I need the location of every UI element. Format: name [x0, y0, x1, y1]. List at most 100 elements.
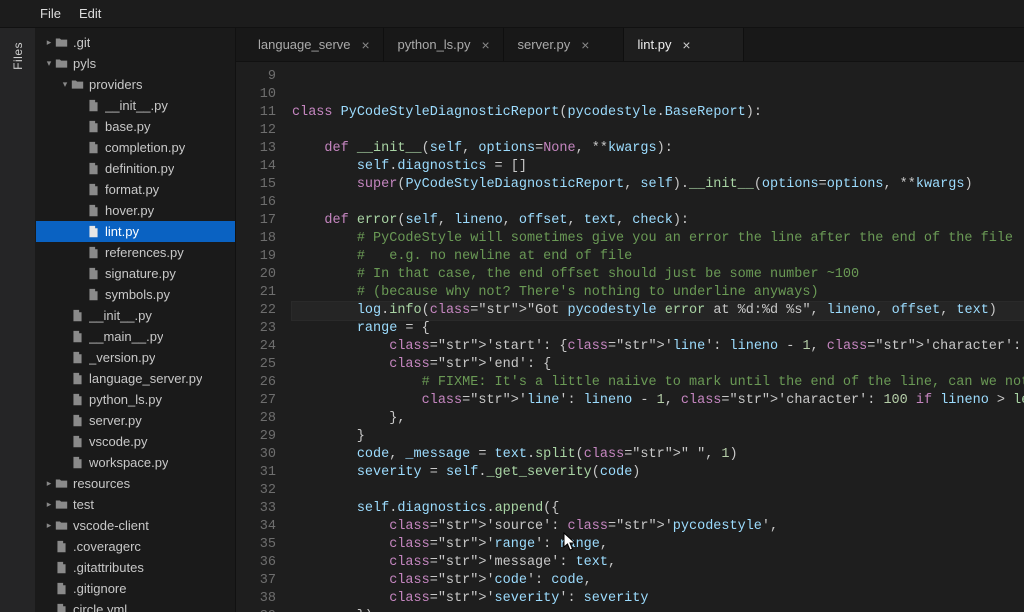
line-number: 33: [236, 500, 276, 518]
code-line[interactable]: [292, 86, 1024, 104]
line-number: 17: [236, 212, 276, 230]
file-explorer: ▸.git▾pyls▾providers__init__.pybase.pyco…: [36, 28, 236, 612]
file-icon: [70, 456, 84, 470]
twisty-icon[interactable]: ▸: [44, 478, 54, 489]
code-line[interactable]: class="str">'code': code,: [292, 572, 1024, 590]
folder-icon: [54, 36, 68, 50]
close-icon[interactable]: ×: [578, 38, 592, 52]
file-language-server-py[interactable]: language_server.py: [36, 368, 235, 389]
tree-item-label: signature.py: [105, 266, 176, 281]
code-line[interactable]: def error(self, lineno, offset, text, ch…: [292, 212, 1024, 230]
line-number: 32: [236, 482, 276, 500]
file-references-py[interactable]: references.py: [36, 242, 235, 263]
code-line[interactable]: def __init__(self, options=None, **kwarg…: [292, 140, 1024, 158]
tree-item-label: vscode-client: [73, 518, 149, 533]
twisty-icon[interactable]: ▸: [44, 499, 54, 510]
code-line[interactable]: class PyCodeStyleDiagnosticReport(pycode…: [292, 104, 1024, 122]
file--coveragerc[interactable]: .coveragerc: [36, 536, 235, 557]
code-line[interactable]: class="str">'line': lineno - 1, class="s…: [292, 392, 1024, 410]
file-format-py[interactable]: format.py: [36, 179, 235, 200]
tree-item-label: __init__.py: [105, 98, 168, 113]
tree-item-label: pyls: [73, 56, 96, 71]
file-icon: [70, 309, 84, 323]
menu-file[interactable]: File: [40, 6, 61, 21]
code-line[interactable]: }: [292, 428, 1024, 446]
folder-vscode-client[interactable]: ▸ vscode-client: [36, 515, 235, 536]
tree-item-label: definition.py: [105, 161, 174, 176]
file-icon: [70, 372, 84, 386]
close-icon[interactable]: ×: [479, 38, 493, 52]
file-python-ls-py[interactable]: python_ls.py: [36, 389, 235, 410]
tree-item-label: _version.py: [89, 350, 155, 365]
folder-resources[interactable]: ▸resources: [36, 473, 235, 494]
code-line[interactable]: class="str">'start': {class="str">'line'…: [292, 338, 1024, 356]
file-lint-py[interactable]: lint.py: [36, 221, 235, 242]
line-number: 21: [236, 284, 276, 302]
code-line[interactable]: class="str">'end': {: [292, 356, 1024, 374]
code-line[interactable]: class="str">'source': class="str">'pycod…: [292, 518, 1024, 536]
code-line[interactable]: class="str">'message': text,: [292, 554, 1024, 572]
file--gitattributes[interactable]: .gitattributes: [36, 557, 235, 578]
folder-icon: [54, 57, 68, 71]
folder--git[interactable]: ▸.git: [36, 32, 235, 53]
close-icon[interactable]: ×: [680, 38, 694, 52]
code-line[interactable]: class="str">'range': range,: [292, 536, 1024, 554]
file-vscode-py[interactable]: vscode.py: [36, 431, 235, 452]
code-line[interactable]: super(PyCodeStyleDiagnosticReport, self)…: [292, 176, 1024, 194]
file-definition-py[interactable]: definition.py: [36, 158, 235, 179]
file-symbols-py[interactable]: symbols.py: [36, 284, 235, 305]
file-circle-yml[interactable]: circle.yml: [36, 599, 235, 612]
tree-item-label: lint.py: [105, 224, 139, 239]
code-content[interactable]: class PyCodeStyleDiagnosticReport(pycode…: [286, 62, 1024, 612]
code-line[interactable]: [292, 68, 1024, 86]
file--gitignore[interactable]: .gitignore: [36, 578, 235, 599]
code-line[interactable]: [292, 482, 1024, 500]
tab-lint-py[interactable]: lint.py×: [624, 28, 744, 61]
file-workspace-py[interactable]: workspace.py: [36, 452, 235, 473]
code-line[interactable]: # FIXME: It's a little naiive to mark un…: [292, 374, 1024, 392]
file--init-py[interactable]: __init__.py: [36, 95, 235, 116]
code-line[interactable]: # PyCodeStyle will sometimes give you an…: [292, 230, 1024, 248]
code-line[interactable]: class="str">'severity': severity: [292, 590, 1024, 608]
file-signature-py[interactable]: signature.py: [36, 263, 235, 284]
close-icon[interactable]: ×: [359, 38, 373, 52]
twisty-icon[interactable]: ▾: [44, 58, 54, 69]
code-line[interactable]: range = {: [292, 320, 1024, 338]
file-base-py[interactable]: base.py: [36, 116, 235, 137]
code-line[interactable]: [292, 194, 1024, 212]
tree-item-label: symbols.py: [105, 287, 170, 302]
code-line[interactable]: log.info(class="str">"Got pycodestyle er…: [292, 302, 1024, 320]
code-line[interactable]: self.diagnostics.append({: [292, 500, 1024, 518]
activity-files[interactable]: Files: [11, 36, 25, 76]
folder-test[interactable]: ▸test: [36, 494, 235, 515]
code-line[interactable]: # (because why not? There's nothing to u…: [292, 284, 1024, 302]
code-line[interactable]: # In that case, the end offset should ju…: [292, 266, 1024, 284]
file-server-py[interactable]: server.py: [36, 410, 235, 431]
tab-server-py[interactable]: server.py×: [504, 28, 624, 61]
line-number: 39: [236, 608, 276, 612]
menu-edit[interactable]: Edit: [79, 6, 101, 21]
folder-pyls[interactable]: ▾ pyls: [36, 53, 235, 74]
file-completion-py[interactable]: completion.py: [36, 137, 235, 158]
code-line[interactable]: }): [292, 608, 1024, 612]
code-line[interactable]: self.diagnostics = []: [292, 158, 1024, 176]
tab-language-serve[interactable]: language_serve×: [244, 28, 384, 61]
file--main-py[interactable]: __main__.py: [36, 326, 235, 347]
line-number: 34: [236, 518, 276, 536]
file-icon: [86, 162, 100, 176]
tab-python-ls-py[interactable]: python_ls.py×: [384, 28, 504, 61]
file-icon: [70, 393, 84, 407]
code-line[interactable]: [292, 122, 1024, 140]
file--init-py[interactable]: __init__.py: [36, 305, 235, 326]
code-line[interactable]: code, _message = text.split(class="str">…: [292, 446, 1024, 464]
twisty-icon[interactable]: ▾: [60, 79, 70, 90]
file-hover-py[interactable]: hover.py: [36, 200, 235, 221]
code-line[interactable]: # e.g. no newline at end of file: [292, 248, 1024, 266]
twisty-icon[interactable]: ▸: [44, 520, 54, 531]
code-line[interactable]: severity = self._get_severity(code): [292, 464, 1024, 482]
code-line[interactable]: },: [292, 410, 1024, 428]
twisty-icon[interactable]: ▸: [44, 37, 54, 48]
file--version-py[interactable]: _version.py: [36, 347, 235, 368]
file-icon: [70, 330, 84, 344]
folder-providers[interactable]: ▾providers: [36, 74, 235, 95]
